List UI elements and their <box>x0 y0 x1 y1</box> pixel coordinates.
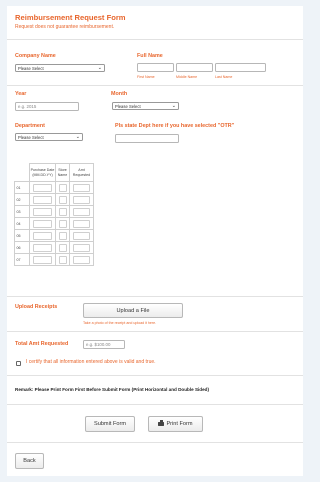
purchase-date-input[interactable] <box>33 243 52 252</box>
first-name-input[interactable] <box>137 63 174 72</box>
department-select-value: Please Select <box>18 135 44 140</box>
section-divider <box>7 331 303 332</box>
last-name-input[interactable] <box>215 63 266 72</box>
company-select[interactable]: Please Select ⌄ <box>15 64 105 72</box>
store-name-input[interactable] <box>58 219 67 228</box>
year-input[interactable]: e.g. 2015 <box>15 102 79 111</box>
chevron-down-icon: ⌄ <box>75 134 80 140</box>
store-name-input[interactable] <box>58 183 67 192</box>
print-form-button[interactable]: Print Form <box>148 416 203 432</box>
purchase-date-input[interactable] <box>33 255 52 264</box>
certify-checkbox[interactable] <box>16 361 21 366</box>
month-select[interactable]: Please Select ⌄ <box>112 102 179 110</box>
total-amount-input[interactable]: e.g. $100.00 <box>83 340 125 349</box>
first-name-sublabel: First Name <box>137 74 155 79</box>
receipt-table-header: Purchase Date (MM.DD.YY) Store Name Amt … <box>14 163 94 182</box>
amount-input[interactable] <box>73 183 90 192</box>
month-label: Month <box>111 91 128 97</box>
amount-input[interactable] <box>73 243 90 252</box>
submit-form-button[interactable]: Submit Form <box>85 416 135 432</box>
table-row: 04 <box>14 217 94 230</box>
header-divider <box>7 39 303 40</box>
row-number: 03 <box>14 205 30 218</box>
section-divider <box>7 375 303 376</box>
department-select[interactable]: Please Select ⌄ <box>15 133 83 141</box>
certify-text: I certify that all information entered a… <box>26 359 156 365</box>
store-name-input[interactable] <box>58 207 67 216</box>
store-name-input[interactable] <box>58 195 67 204</box>
row-number: 04 <box>14 217 30 230</box>
store-name-input[interactable] <box>58 231 67 240</box>
section-divider <box>7 404 303 405</box>
purchase-date-header: Purchase Date (MM.DD.YY) <box>29 163 56 182</box>
section-divider <box>7 85 303 86</box>
print-form-label: Print Form <box>166 421 193 427</box>
total-label: Total Amt Requested <box>15 341 69 347</box>
last-name-sublabel: Last Name <box>215 74 233 79</box>
row-number: 01 <box>14 181 30 194</box>
table-row: 03 <box>14 205 94 218</box>
upload-file-button[interactable]: Upload a File <box>83 303 183 318</box>
store-name-header: Store Name <box>55 163 70 182</box>
amount-input[interactable] <box>73 219 90 228</box>
row-number: 05 <box>14 229 30 242</box>
purchase-date-input[interactable] <box>33 183 52 192</box>
purchase-date-input[interactable] <box>33 231 52 240</box>
amount-input[interactable] <box>73 255 90 264</box>
purchase-date-input[interactable] <box>33 195 52 204</box>
amount-header: Amt Requested <box>69 163 94 182</box>
row-number-header <box>14 163 30 182</box>
other-dept-input[interactable] <box>115 134 179 143</box>
upload-label: Upload Receipts <box>15 304 58 310</box>
section-divider <box>7 296 303 297</box>
year-label: Year <box>15 91 27 97</box>
company-label: Company Name <box>15 53 56 59</box>
amount-input[interactable] <box>73 207 90 216</box>
middle-name-sublabel: Middle Name <box>176 74 198 79</box>
store-name-input[interactable] <box>58 255 67 264</box>
upload-hint: Take a photo of the receipt and upload i… <box>83 321 157 325</box>
chevron-down-icon: ⌄ <box>171 103 176 109</box>
table-row: 01 <box>14 181 94 194</box>
month-select-value: Please Select <box>115 104 141 109</box>
purchase-date-input[interactable] <box>33 207 52 216</box>
table-row: 06 <box>14 241 94 254</box>
row-number: 06 <box>14 241 30 254</box>
printer-icon <box>158 419 165 426</box>
table-row: 07 <box>14 253 94 266</box>
store-name-input[interactable] <box>58 243 67 252</box>
company-select-value: Please Select <box>18 66 44 71</box>
department-label: Department <box>15 123 45 129</box>
amount-input[interactable] <box>73 195 90 204</box>
receipt-table: Purchase Date (MM.DD.YY) Store Name Amt … <box>14 163 94 266</box>
table-row: 02 <box>14 193 94 206</box>
table-row: 05 <box>14 229 94 242</box>
form-subtitle: Request does not guarantee reimbursement… <box>15 24 115 30</box>
row-number: 02 <box>14 193 30 206</box>
form-title: Reimbursement Request Form <box>15 13 126 22</box>
remark-text: Remark: Please Print Form First Before S… <box>15 387 209 392</box>
row-number: 07 <box>14 253 30 266</box>
back-button[interactable]: Back <box>15 453 44 469</box>
amount-input[interactable] <box>73 231 90 240</box>
chevron-down-icon: ⌄ <box>97 65 102 71</box>
section-divider <box>7 442 303 443</box>
purchase-date-input[interactable] <box>33 219 52 228</box>
full-name-label: Full Name <box>137 53 163 59</box>
middle-name-input[interactable] <box>176 63 213 72</box>
reimbursement-form: Reimbursement Request Form Request does … <box>7 6 303 476</box>
other-dept-label: Pls state Dept here if you have selected… <box>115 123 235 129</box>
